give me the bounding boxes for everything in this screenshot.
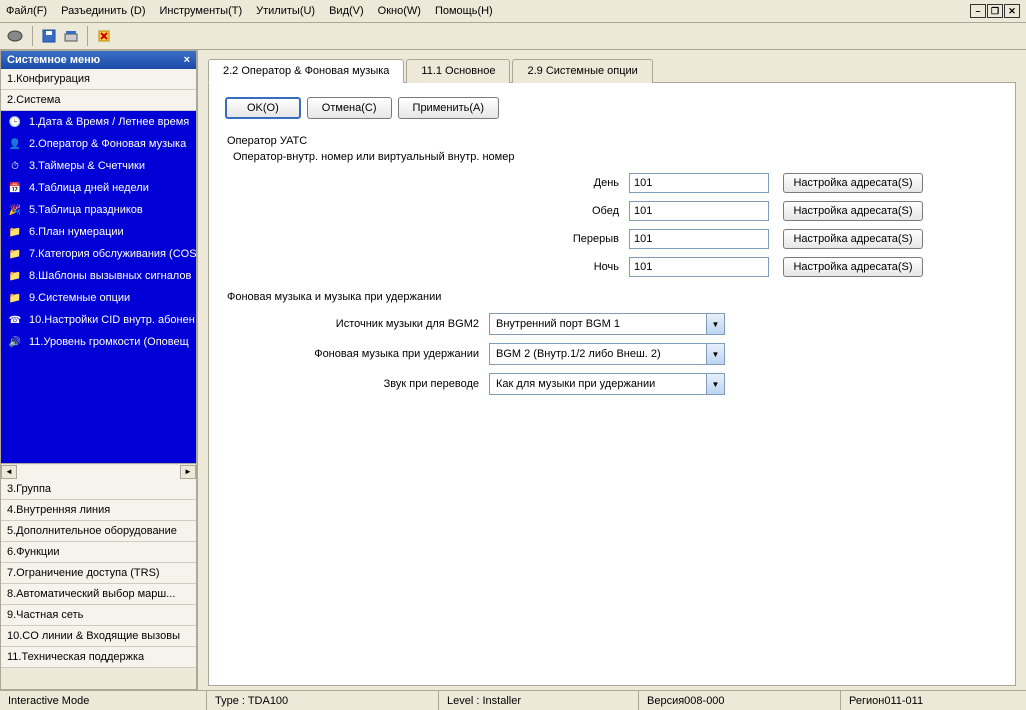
combo-transfer-value[interactable] [490, 374, 706, 394]
sidebar-item-extension[interactable]: 4.Внутренняя линия [1, 500, 196, 521]
combo-bgm2[interactable]: ▼ [489, 313, 725, 335]
minimize-button[interactable]: – [970, 4, 986, 18]
sidebar-item-private[interactable]: 9.Частная сеть [1, 605, 196, 626]
group-operator-title: Оператор УАТС [227, 135, 999, 147]
label-transfer: Звук при переводе [225, 378, 489, 390]
tab-sysopts[interactable]: 2.9 Системные опции [512, 59, 652, 83]
close-button[interactable]: ✕ [1004, 4, 1020, 18]
sidebar-close-icon[interactable]: × [184, 54, 190, 66]
folder-icon: 📁 [7, 224, 23, 240]
menu-file[interactable]: Файл(F) [6, 5, 47, 17]
menu-tools[interactable]: Инструменты(T) [160, 5, 243, 17]
sidebar-sub-ring[interactable]: 📁8.Шаблоны вызывных сигналов [1, 265, 196, 287]
scroll-left-icon[interactable]: ◄ [1, 465, 17, 479]
label-lunch: Обед [225, 205, 629, 217]
menu-help[interactable]: Помощь(H) [435, 5, 493, 17]
folder-icon: 📁 [7, 268, 23, 284]
sidebar: Системное меню × 1.Конфигурация 2.Систем… [0, 50, 198, 690]
chevron-down-icon[interactable]: ▼ [706, 314, 724, 334]
holiday-icon: 🎉 [7, 202, 23, 218]
chevron-down-icon[interactable]: ▼ [706, 344, 724, 364]
folder-icon: 📁 [7, 290, 23, 306]
dest-button-break[interactable]: Настройка адресата(S) [783, 229, 923, 249]
toolbar-separator [32, 26, 33, 46]
menu-window[interactable]: Окно(W) [378, 5, 421, 17]
sidebar-sub-cid[interactable]: ☎10.Настройки CID внутр. абонен [1, 309, 196, 331]
sidebar-item-trs[interactable]: 7.Ограничение доступа (TRS) [1, 563, 196, 584]
tab-operator-bgm[interactable]: 2.2 Оператор & Фоновая музыка [208, 59, 404, 83]
sidebar-sub-sysopts[interactable]: 📁9.Системные опции [1, 287, 196, 309]
combo-hold[interactable]: ▼ [489, 343, 725, 365]
speaker-icon: 🔊 [7, 334, 23, 350]
group-bgm-title: Фоновая музыка и музыка при удержании [227, 291, 999, 303]
scroll-right-icon[interactable]: ► [180, 465, 196, 479]
dest-button-day[interactable]: Настройка адресата(S) [783, 173, 923, 193]
chevron-down-icon[interactable]: ▼ [706, 374, 724, 394]
phone-icon: ☎ [7, 312, 23, 328]
sidebar-item-system[interactable]: 2.Система [1, 90, 196, 111]
label-hold: Фоновая музыка при удержании [225, 348, 489, 360]
sidebar-title: Системное меню [7, 54, 100, 66]
toolbar-save-icon[interactable] [39, 26, 59, 46]
combo-hold-value[interactable] [490, 344, 706, 364]
input-break[interactable] [629, 229, 769, 249]
input-lunch[interactable] [629, 201, 769, 221]
toolbar-drive-icon[interactable] [61, 26, 81, 46]
label-day: День [225, 177, 629, 189]
status-region: Регион011-011 [841, 691, 1026, 710]
sidebar-sub-weektable[interactable]: 📅4.Таблица дней недели [1, 177, 196, 199]
sidebar-sub-datetime[interactable]: 🕒1.Дата & Время / Летнее время [1, 111, 196, 133]
status-version: Версия008-000 [639, 691, 841, 710]
status-bar: Interactive Mode Type : TDA100 Level : I… [0, 690, 1026, 710]
sidebar-item-ars[interactable]: 8.Автоматический выбор марш... [1, 584, 196, 605]
toolbar-separator [87, 26, 88, 46]
scroll-track[interactable] [17, 465, 180, 479]
toolbar-closeall-icon[interactable] [94, 26, 114, 46]
menu-disconnect[interactable]: Разъединить (D) [61, 5, 145, 17]
label-bgm2: Источник музыки для BGM2 [225, 318, 489, 330]
dest-button-lunch[interactable]: Настройка адресата(S) [783, 201, 923, 221]
sidebar-hscroll[interactable]: ◄ ► [1, 463, 196, 479]
timer-icon: ⏱ [7, 158, 23, 174]
sidebar-sub-timers[interactable]: ⏱3.Таймеры & Счетчики [1, 155, 196, 177]
sidebar-sub-holidays[interactable]: 🎉5.Таблица праздников [1, 199, 196, 221]
sidebar-item-co[interactable]: 10.CO линии & Входящие вызовы [1, 626, 196, 647]
input-night[interactable] [629, 257, 769, 277]
dest-button-night[interactable]: Настройка адресата(S) [783, 257, 923, 277]
status-type: Type : TDA100 [207, 691, 439, 710]
content-panel: OK(O) Отмена(C) Применить(A) Оператор УА… [208, 82, 1016, 686]
group-operator-subtitle: Оператор-внутр. номер или виртуальный вн… [233, 151, 999, 163]
status-level: Level : Installer [439, 691, 639, 710]
label-break: Перерыв [225, 233, 629, 245]
combo-bgm2-value[interactable] [490, 314, 706, 334]
maximize-button[interactable]: ❐ [987, 4, 1003, 18]
ok-button[interactable]: OK(O) [225, 97, 301, 119]
sidebar-item-group[interactable]: 3.Группа [1, 479, 196, 500]
folder-icon: 📁 [7, 246, 23, 262]
cancel-button[interactable]: Отмена(C) [307, 97, 392, 119]
input-day[interactable] [629, 173, 769, 193]
menu-view[interactable]: Вид(V) [329, 5, 364, 17]
sidebar-header: Системное меню × [1, 51, 196, 69]
sidebar-sub-volume[interactable]: 🔊11.Уровень громкости (Оповещ [1, 331, 196, 353]
sidebar-item-maint[interactable]: 11.Техническая поддержка [1, 647, 196, 668]
sidebar-item-config[interactable]: 1.Конфигурация [1, 69, 196, 90]
calendar-icon: 📅 [7, 180, 23, 196]
sidebar-sub-numbering[interactable]: 📁6.План нумерации [1, 221, 196, 243]
tab-main[interactable]: 11.1 Основное [406, 59, 510, 83]
menu-utilities[interactable]: Утилиты(U) [256, 5, 315, 17]
status-mode: Interactive Mode [0, 691, 207, 710]
operator-icon: 👤 [7, 136, 23, 152]
clock-icon: 🕒 [7, 114, 23, 130]
toolbar-pbx-icon[interactable] [6, 26, 26, 46]
combo-transfer[interactable]: ▼ [489, 373, 725, 395]
sidebar-sub-cos[interactable]: 📁7.Категория обслуживания (COS [1, 243, 196, 265]
sidebar-item-optional[interactable]: 5.Дополнительное оборудование [1, 521, 196, 542]
sidebar-sub-operator[interactable]: 👤2.Оператор & Фоновая музыка [1, 133, 196, 155]
label-night: Ночь [225, 261, 629, 273]
sidebar-item-functions[interactable]: 6.Функции [1, 542, 196, 563]
apply-button[interactable]: Применить(A) [398, 97, 500, 119]
